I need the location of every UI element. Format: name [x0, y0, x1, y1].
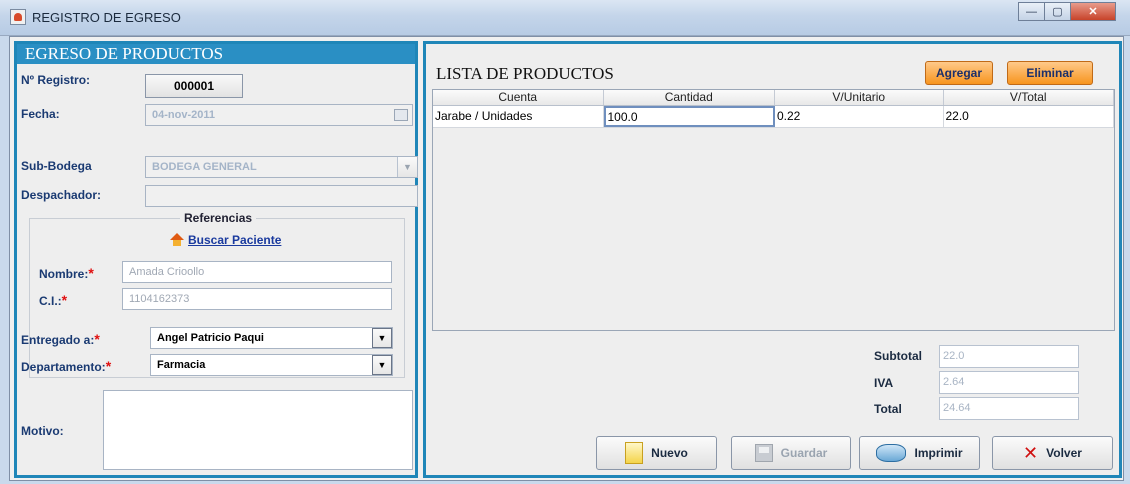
iva-field: 2.64: [939, 371, 1079, 394]
required-mark: *: [88, 265, 94, 281]
java-app-icon: [10, 9, 26, 25]
despachador-field[interactable]: [145, 185, 418, 207]
ci-label: C.I.:*: [39, 292, 68, 308]
departamento-label: Departamento:*: [21, 358, 112, 374]
imprimir-button[interactable]: Imprimir: [859, 436, 980, 470]
required-mark: *: [94, 331, 100, 347]
iva-label: IVA: [874, 376, 894, 390]
productos-panel: LISTA DE PRODUCTOS Agregar Eliminar Cuen…: [423, 41, 1122, 478]
motivo-label: Motivo:: [21, 424, 64, 438]
save-icon: [754, 444, 773, 462]
motivo-textarea[interactable]: [103, 390, 413, 470]
close-icon: ✕: [1023, 442, 1039, 463]
fecha-label: Fecha:: [21, 107, 60, 121]
cell-cantidad[interactable]: 100.0: [603, 106, 775, 127]
printer-icon: [876, 444, 907, 462]
nombre-field[interactable]: Amada Crioollo: [122, 261, 392, 283]
minimize-button[interactable]: —: [1018, 2, 1045, 21]
subtotal-label: Subtotal: [874, 349, 922, 363]
window-controls: — ▢ ✕: [1018, 2, 1116, 22]
table-header: Cuenta Cantidad V/Unitario V/Total: [433, 90, 1114, 106]
nombre-label: Nombre:*: [39, 265, 94, 281]
column-header[interactable]: V/Unitario: [775, 90, 944, 105]
guardar-button[interactable]: Guardar: [731, 436, 851, 470]
total-field: 24.64: [939, 397, 1079, 420]
subbodega-value: BODEGA GENERAL: [152, 161, 257, 173]
chevron-down-icon[interactable]: ▼: [397, 157, 417, 177]
table-row[interactable]: Jarabe / Unidades 100.0 0.22 22.0: [433, 106, 1114, 128]
home-icon: [170, 233, 184, 247]
eliminar-button[interactable]: Eliminar: [1007, 61, 1093, 85]
subbodega-label: Sub-Bodega: [21, 159, 92, 173]
entregado-value: Angel Patricio Paqui: [157, 332, 264, 344]
window-title: REGISTRO DE EGRESO: [32, 10, 181, 25]
chevron-down-icon[interactable]: ▼: [372, 355, 392, 375]
agregar-button[interactable]: Agregar: [925, 61, 993, 85]
fecha-field[interactable]: 04-nov-2011: [145, 104, 413, 126]
productos-table: Cuenta Cantidad V/Unitario V/Total Jarab…: [432, 89, 1115, 331]
calendar-icon[interactable]: [394, 109, 408, 121]
required-mark: *: [105, 358, 112, 374]
column-header[interactable]: Cantidad: [604, 90, 775, 105]
egreso-panel: EGRESO DE PRODUCTOS Nº Registro: 000001 …: [14, 41, 418, 478]
window-content: EGRESO DE PRODUCTOS Nº Registro: 000001 …: [9, 36, 1124, 481]
total-label: Total: [874, 402, 902, 416]
departamento-select[interactable]: Farmacia ▼: [150, 354, 393, 376]
ci-field[interactable]: 1104162373: [122, 288, 392, 310]
cell-vtotal[interactable]: 22.0: [944, 106, 1114, 127]
registro-label: Nº Registro:: [21, 73, 91, 87]
subbodega-select[interactable]: BODEGA GENERAL ▼: [145, 156, 418, 178]
column-header[interactable]: Cuenta: [433, 90, 604, 105]
volver-button[interactable]: ✕ Volver: [992, 436, 1113, 470]
subtotal-field: 22.0: [939, 345, 1079, 368]
maximize-button[interactable]: ▢: [1044, 2, 1071, 21]
new-document-icon: [625, 442, 644, 464]
egreso-header: EGRESO DE PRODUCTOS: [17, 44, 415, 64]
entregado-label: Entregado a:*: [21, 331, 100, 347]
chevron-down-icon[interactable]: ▼: [372, 328, 392, 348]
departamento-value: Farmacia: [157, 359, 206, 371]
window-titlebar[interactable]: REGISTRO DE EGRESO — ▢ ✕: [0, 0, 1130, 36]
cell-vunitario[interactable]: 0.22: [775, 106, 944, 127]
referencias-title: Referencias: [180, 211, 257, 225]
close-button[interactable]: ✕: [1070, 2, 1116, 21]
registro-value: 000001: [145, 74, 243, 98]
despachador-label: Despachador:: [21, 188, 102, 202]
entregado-select[interactable]: Angel Patricio Paqui ▼: [150, 327, 393, 349]
buscar-paciente-label: Buscar Paciente: [188, 233, 282, 247]
column-header[interactable]: V/Total: [944, 90, 1114, 105]
buscar-paciente-link[interactable]: Buscar Paciente: [170, 233, 281, 247]
fecha-value: 04-nov-2011: [152, 109, 215, 121]
nuevo-button[interactable]: Nuevo: [596, 436, 717, 470]
cell-cuenta[interactable]: Jarabe / Unidades: [433, 106, 604, 127]
lista-productos-title: LISTA DE PRODUCTOS: [436, 64, 614, 83]
required-mark: *: [61, 292, 68, 308]
